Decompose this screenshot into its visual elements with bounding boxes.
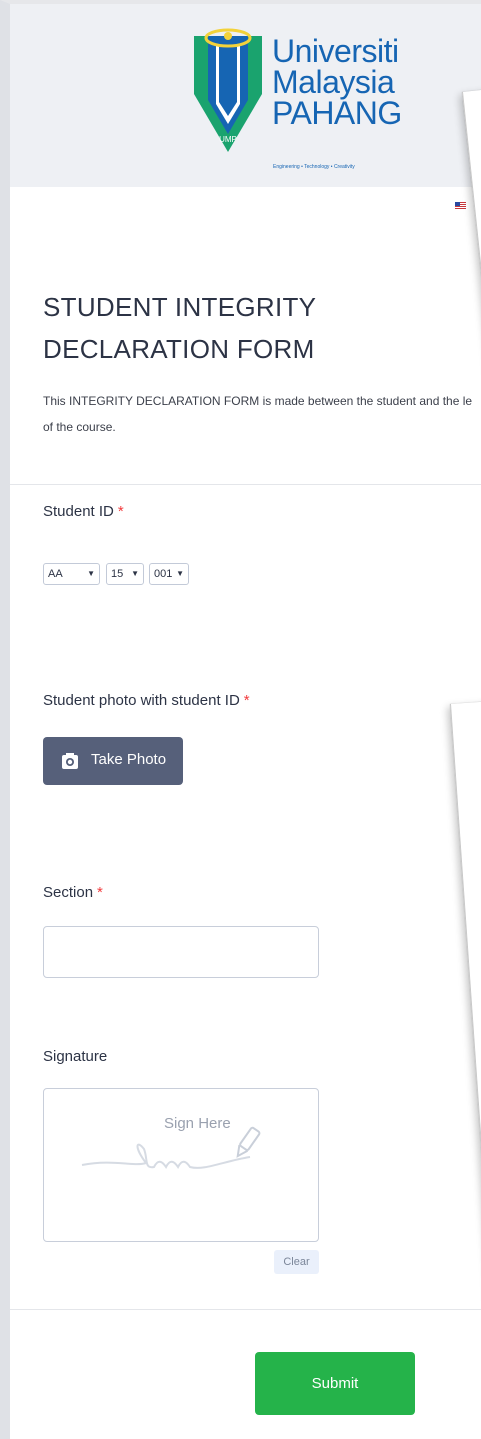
section-divider <box>10 484 481 485</box>
student-id-label: Student ID * <box>43 503 124 520</box>
form-description-line2: of the course. <box>43 420 116 434</box>
take-photo-button[interactable]: Take Photo <box>43 737 183 785</box>
overlay-paper-sheet <box>450 697 481 1343</box>
footer-divider <box>10 1309 481 1310</box>
sign-here-text: Sign Here <box>164 1115 231 1132</box>
student-id-prefix-select[interactable]: AA ▼ <box>43 563 100 585</box>
student-id-number-value: 001 <box>154 568 173 580</box>
form-page: UMP Universiti Malaysia PAHANG Engineeri… <box>0 0 481 1439</box>
form-description: This INTEGRITY DECLARATION FORM is made … <box>43 388 481 440</box>
chevron-down-icon: ▼ <box>131 569 139 578</box>
section-label-text: Section <box>43 884 94 901</box>
logo-wordmark: Universiti Malaysia PAHANG <box>272 33 402 131</box>
form-description-line1: This INTEGRITY DECLARATION FORM is made … <box>43 394 473 408</box>
form-title: STUDENT INTEGRITY DECLARATION FORM <box>43 292 316 364</box>
svg-text:UMP: UMP <box>219 135 237 144</box>
student-id-label-text: Student ID <box>43 503 114 520</box>
form-header: UMP Universiti Malaysia PAHANG Engineeri… <box>10 4 481 187</box>
required-mark: * <box>243 692 250 709</box>
chevron-down-icon: ▼ <box>176 569 184 578</box>
student-id-number-select[interactable]: 001 ▼ <box>149 563 189 585</box>
section-input[interactable] <box>43 926 319 978</box>
clear-signature-button[interactable]: Clear <box>274 1250 319 1274</box>
section-label: Section * <box>43 884 103 901</box>
required-mark: * <box>117 503 124 520</box>
signature-pad[interactable]: Sign Here <box>43 1088 319 1242</box>
logo-line-malaysia: Malaysia <box>272 64 395 100</box>
logo-line-pahang: PAHANG <box>272 95 402 131</box>
student-id-prefix-value: AA <box>48 568 63 580</box>
university-logo: UMP Universiti Malaysia PAHANG Engineeri… <box>186 24 402 174</box>
student-id-year-select[interactable]: 15 ▼ <box>106 563 144 585</box>
shield-logo-icon: UMP <box>194 28 262 152</box>
submit-button[interactable]: Submit <box>255 1352 415 1415</box>
camera-icon <box>62 753 78 769</box>
chevron-down-icon: ▼ <box>87 569 95 578</box>
language-flag-icon[interactable] <box>455 202 466 210</box>
student-id-year-value: 15 <box>111 568 124 580</box>
required-mark: * <box>97 884 103 901</box>
student-photo-label: Student photo with student ID * <box>43 692 250 709</box>
signature-label: Signature <box>43 1048 108 1065</box>
logo-tagline: Engineering • Technology • Creativity <box>273 164 355 170</box>
student-photo-label-text: Student photo with student ID <box>43 692 240 709</box>
logo-line-universiti: Universiti <box>272 33 399 69</box>
take-photo-label: Take Photo <box>91 751 167 768</box>
